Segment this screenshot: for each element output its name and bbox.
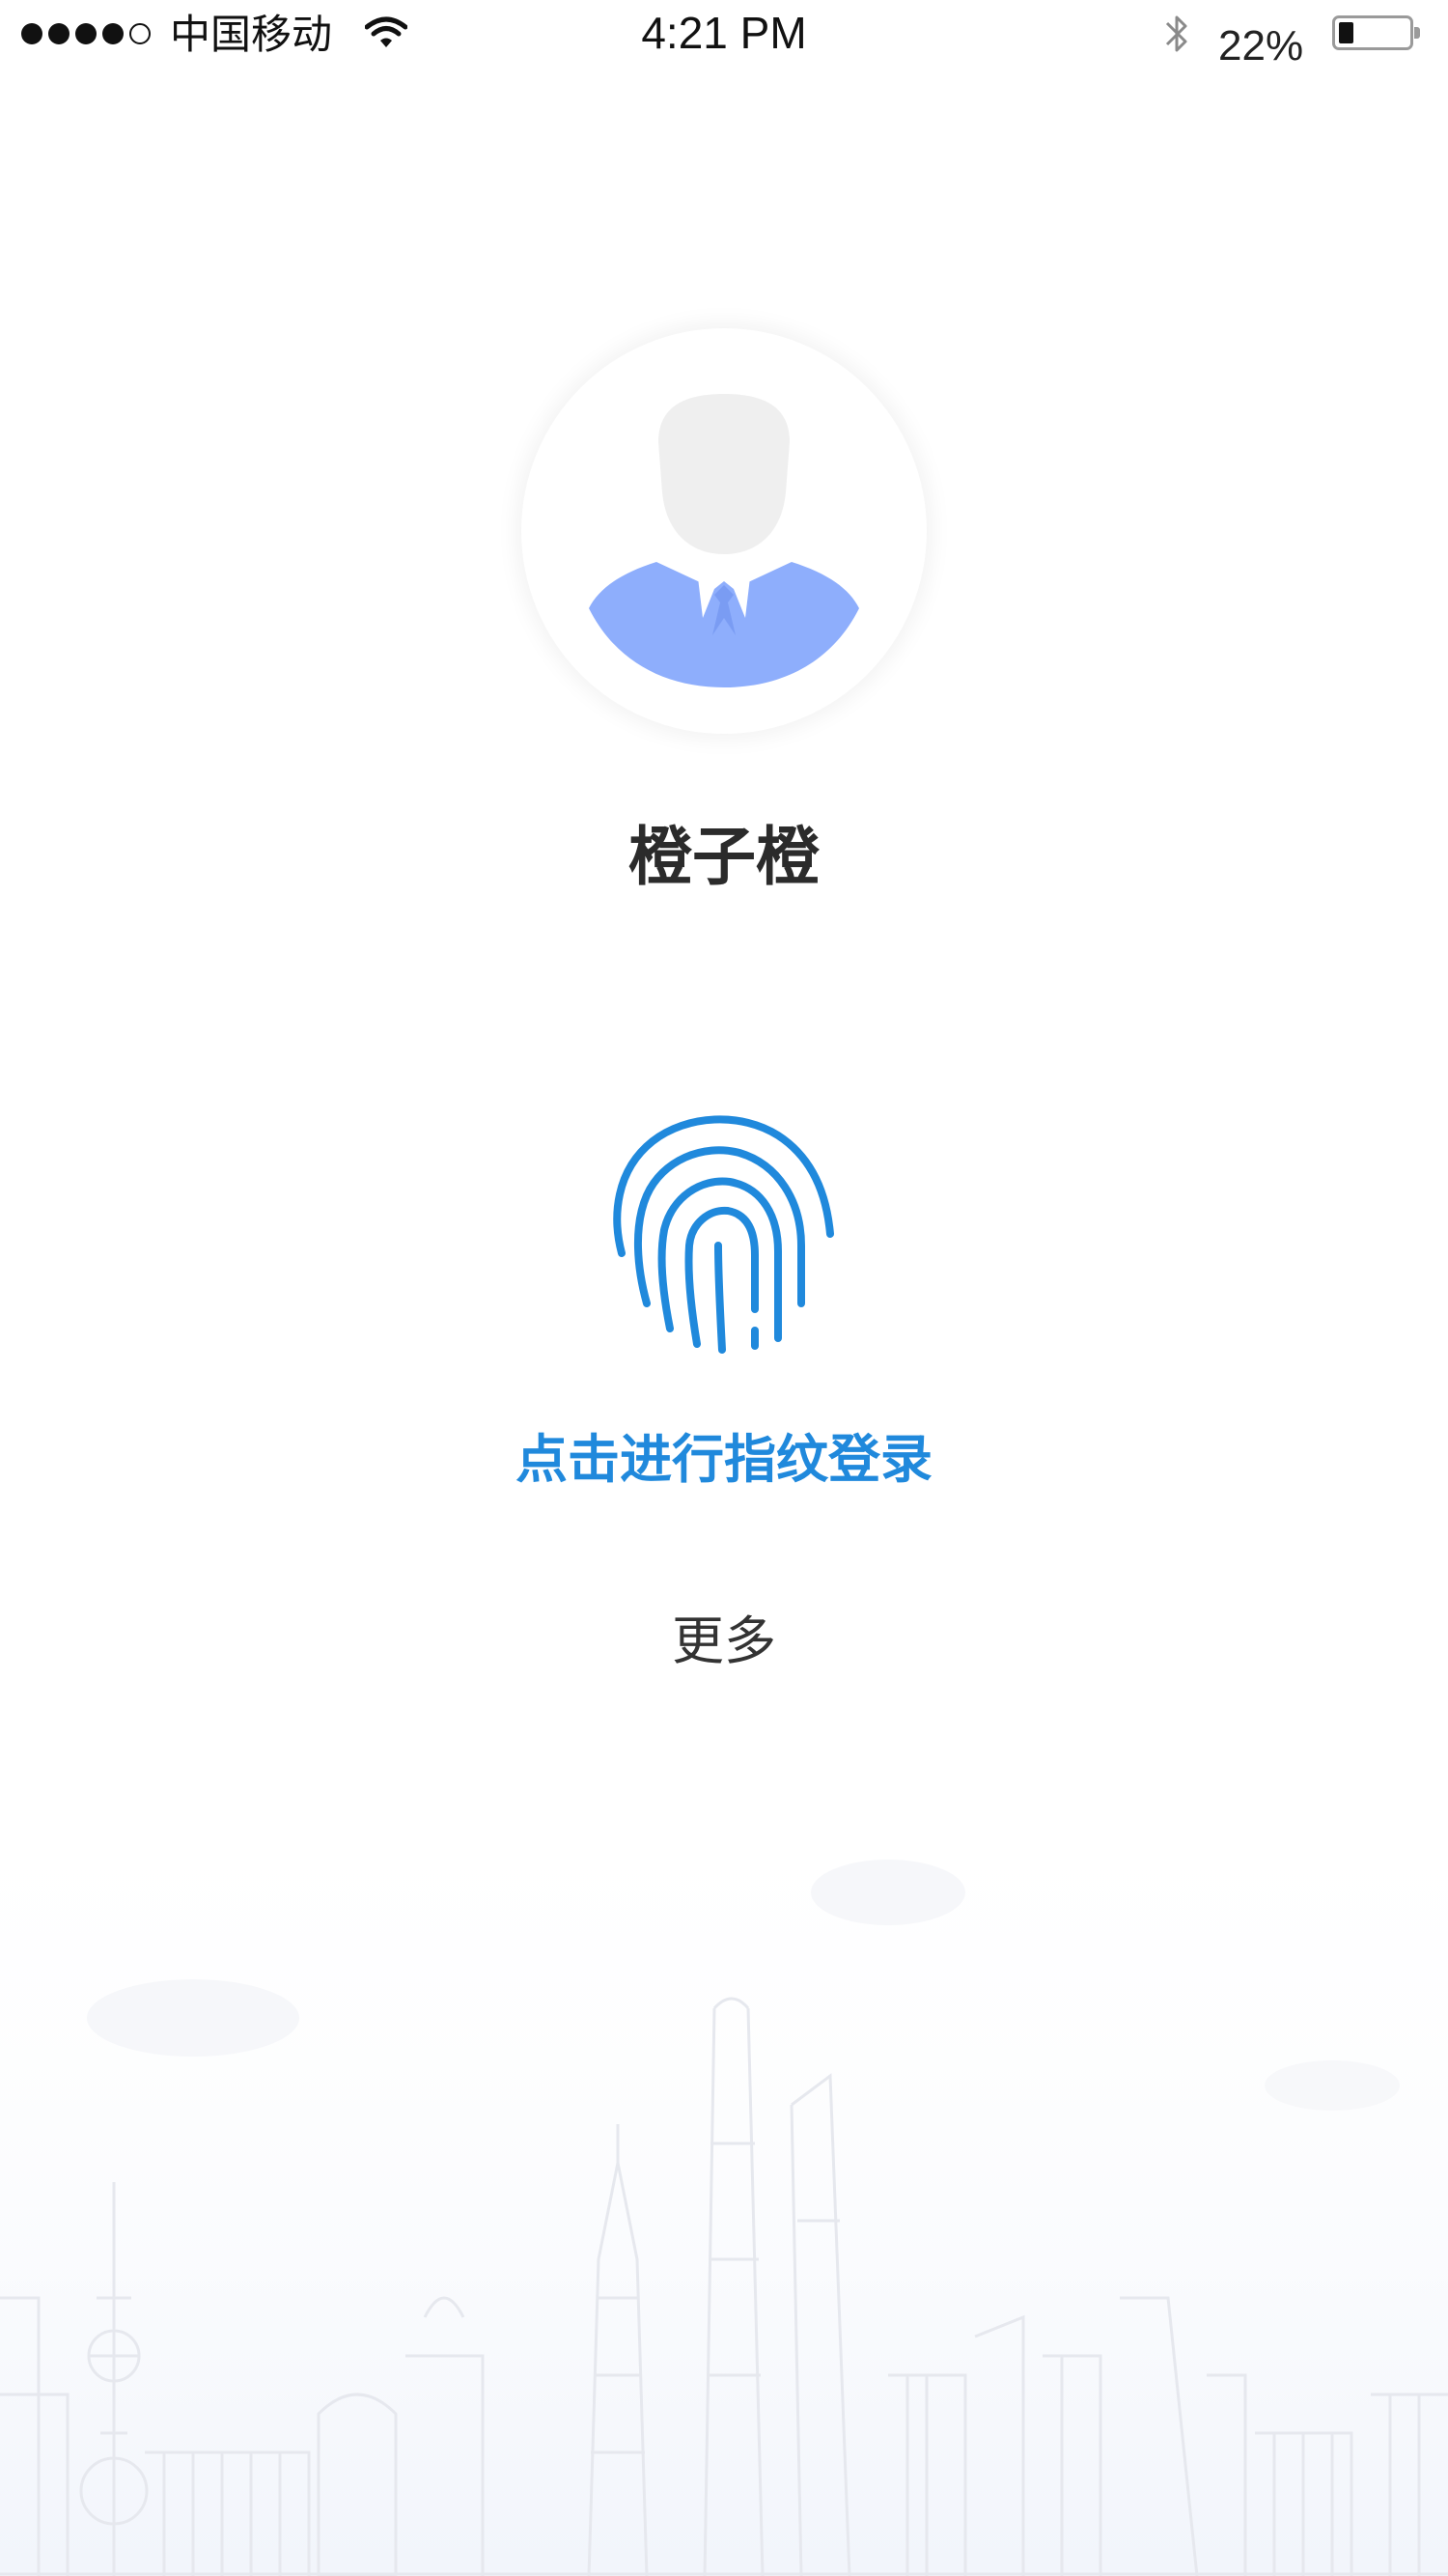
fingerprint-icon[interactable] (608, 1110, 840, 1361)
battery-icon (1332, 15, 1420, 50)
avatar-head (658, 394, 790, 554)
login-screen: 中国移动 4:21 PM 22% 橙子橙 点击进行指纹登录 更多 (0, 0, 1448, 2576)
bluetooth-icon (1165, 15, 1187, 52)
user-avatar (521, 328, 927, 734)
user-name: 橙子橙 (628, 820, 820, 894)
person-avatar-icon (589, 394, 859, 687)
battery-level-fill (1339, 22, 1353, 43)
city-skyline-illustration (0, 1757, 1448, 2576)
avatar-body (589, 562, 859, 687)
fingerprint-login-button[interactable]: 点击进行指纹登录 (0, 1423, 1448, 1497)
status-bar: 中国移动 4:21 PM 22% (0, 0, 1448, 73)
more-options-link[interactable]: 更多 (0, 1605, 1448, 1678)
battery-percentage: 22% (1218, 22, 1304, 70)
